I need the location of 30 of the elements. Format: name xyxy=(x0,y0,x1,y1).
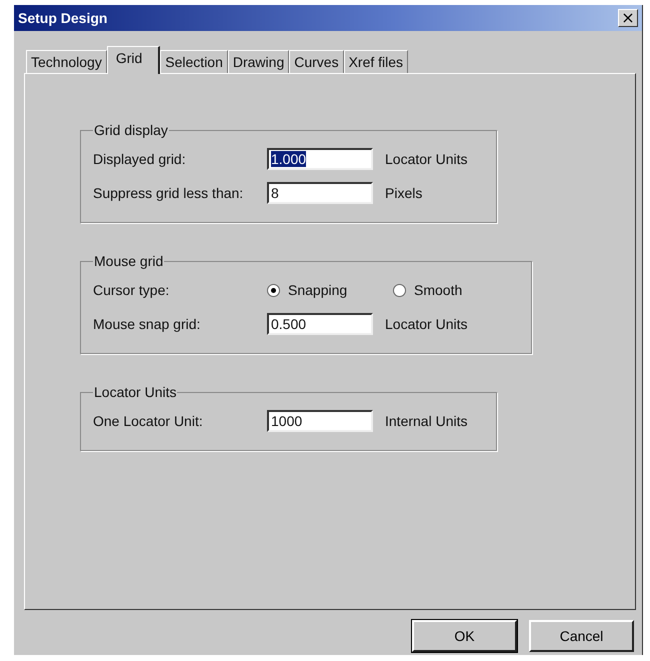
tab[interactable]: Curves xyxy=(289,50,344,73)
field-label: Mouse snap grid: xyxy=(93,316,202,332)
field-label: One Locator Unit: xyxy=(93,413,204,429)
group-title: Mouse grid xyxy=(93,253,164,269)
unit-label: Pixels xyxy=(385,185,422,201)
field-label: Displayed grid: xyxy=(93,151,187,167)
radio-option[interactable]: Smooth xyxy=(393,282,519,298)
unit-label: Locator Units xyxy=(385,151,468,167)
tab[interactable]: Selection xyxy=(160,50,228,73)
tab[interactable]: Grid xyxy=(106,46,160,74)
input-field[interactable]: 1000 xyxy=(267,410,373,432)
window-title: Setup Design xyxy=(18,10,108,26)
group-title: Grid display xyxy=(93,122,169,138)
ok-button[interactable]: OK xyxy=(412,620,517,652)
field-label: Cursor type: xyxy=(93,282,170,298)
input-field[interactable]: 0.500 xyxy=(267,313,373,335)
tab[interactable]: Xref files xyxy=(344,50,408,73)
tab[interactable]: Technology xyxy=(26,50,107,73)
close-button[interactable]: × xyxy=(618,9,638,27)
option-label: Smooth xyxy=(414,282,462,298)
unit-label: Locator Units xyxy=(385,316,468,332)
input-field[interactable]: 1.000 xyxy=(267,148,373,170)
field-label: Suppress grid less than: xyxy=(93,185,244,201)
cancel-button[interactable]: Cancel xyxy=(529,620,634,652)
radio-option[interactable]: Snapping xyxy=(267,282,393,298)
group-title: Locator Units xyxy=(93,384,178,400)
tab[interactable]: Drawing xyxy=(228,50,290,73)
unit-label: Internal Units xyxy=(385,413,468,429)
input-field[interactable]: 8 xyxy=(267,182,373,204)
option-label: Snapping xyxy=(288,282,348,298)
